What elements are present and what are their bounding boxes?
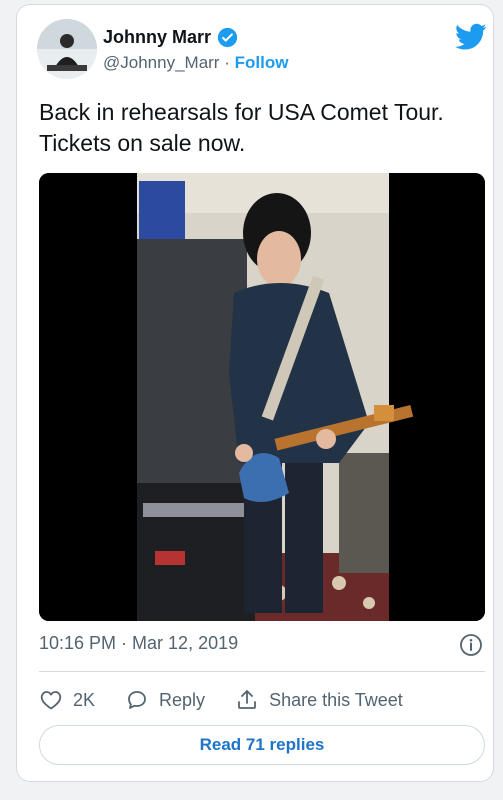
display-name[interactable]: Johnny Marr <box>103 27 211 48</box>
share-icon <box>238 690 256 709</box>
reply-button[interactable]: Reply <box>125 688 205 712</box>
share-label: Share this Tweet <box>269 689 403 710</box>
avatar[interactable] <box>37 19 97 79</box>
handle[interactable]: @Johnny_Marr <box>103 53 219 72</box>
tweet-card: Johnny Marr @Johnny_Marr · Follow Back i… <box>16 4 494 782</box>
read-replies-button[interactable]: Read 71 replies <box>39 725 485 765</box>
follow-link[interactable]: Follow <box>235 53 289 72</box>
tweet-text-line: Back in rehearsals for USA Comet Tour. <box>39 99 444 125</box>
twitter-bird-icon[interactable] <box>455 23 487 51</box>
info-icon[interactable] <box>459 633 483 657</box>
tweet-text: Back in rehearsals for USA Comet Tour. T… <box>39 97 479 159</box>
video-player[interactable] <box>39 173 485 621</box>
author-name-row: Johnny Marr <box>103 27 238 48</box>
verified-badge-icon <box>217 27 238 48</box>
tweet-timestamp[interactable]: 10:16 PM · Mar 12, 2019 <box>39 633 238 654</box>
reply-label: Reply <box>159 689 206 710</box>
action-bar: 2K Reply Share this Tweet <box>39 685 485 715</box>
share-button[interactable]: Share this Tweet <box>235 688 403 712</box>
handle-row: @Johnny_Marr · Follow <box>103 53 288 73</box>
video-frame <box>39 173 485 621</box>
handle-separator: · <box>224 53 230 72</box>
reply-icon <box>128 691 146 709</box>
like-count: 2K <box>73 689 96 710</box>
divider <box>39 671 485 672</box>
heart-icon <box>40 691 62 710</box>
like-button[interactable]: 2K <box>39 688 95 712</box>
tweet-text-line: Tickets on sale now. <box>39 130 246 156</box>
